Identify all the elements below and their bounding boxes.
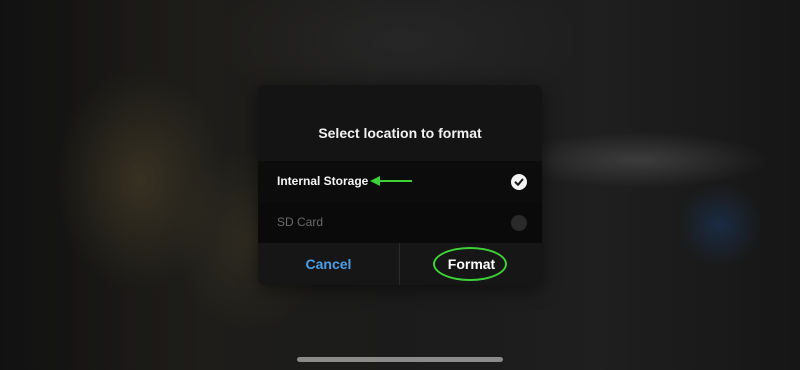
dialog-button-row: Cancel Format xyxy=(258,243,542,285)
format-button[interactable]: Format xyxy=(401,243,542,285)
dialog-title: Select location to format xyxy=(318,125,482,141)
option-sd-card[interactable]: SD Card xyxy=(258,202,542,243)
home-indicator[interactable] xyxy=(297,357,503,362)
option-label-sd-card: SD Card xyxy=(277,215,324,229)
cancel-button[interactable]: Cancel xyxy=(258,243,399,285)
button-divider xyxy=(399,243,400,285)
radio-unchecked[interactable] xyxy=(511,215,527,231)
left-arrow-icon xyxy=(370,176,412,186)
screen: Select location to format Internal Stora… xyxy=(0,0,800,370)
radio-checked[interactable] xyxy=(511,174,527,190)
format-location-dialog: Select location to format Internal Stora… xyxy=(258,85,542,285)
option-label-internal-storage: Internal Storage xyxy=(277,174,369,188)
option-internal-storage[interactable]: Internal Storage xyxy=(258,161,542,202)
checkmark-icon xyxy=(514,178,524,186)
